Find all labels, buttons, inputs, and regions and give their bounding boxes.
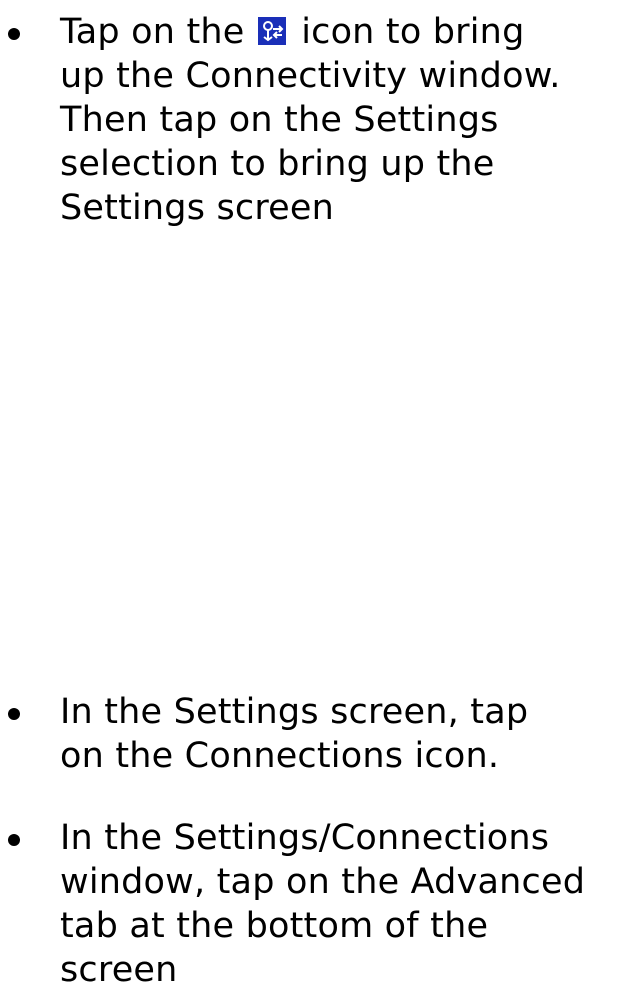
instruction-line: In the Settings/Connections	[60, 818, 550, 858]
instruction-line: selection to bring up the	[60, 144, 495, 184]
instruction-line: Then tap on the Settings	[60, 100, 499, 140]
instruction-line: up the Connectivity window.	[60, 56, 561, 96]
bullet-icon	[8, 28, 20, 40]
instruction-line: Tap on the icon to bring	[60, 12, 525, 52]
instruction-line: In the Settings screen, tap	[60, 692, 529, 732]
connectivity-icon	[257, 17, 286, 45]
instruction-line: on the Connections icon.	[60, 736, 500, 776]
bullet-icon	[8, 834, 20, 846]
instruction-line: tab at the bottom of the	[60, 906, 489, 946]
instruction-line: screen	[60, 950, 178, 990]
instruction-line: Settings screen	[60, 188, 335, 228]
instruction-line: window, tap on the Advanced	[60, 862, 586, 902]
instruction-text: In the Settings screen, tap on the Conne…	[60, 690, 620, 778]
bullet-icon	[8, 708, 20, 720]
instruction-text: Tap on the icon to bring up the Connecti…	[60, 10, 620, 230]
instruction-text: In the Settings/Connections window, tap …	[60, 816, 620, 992]
